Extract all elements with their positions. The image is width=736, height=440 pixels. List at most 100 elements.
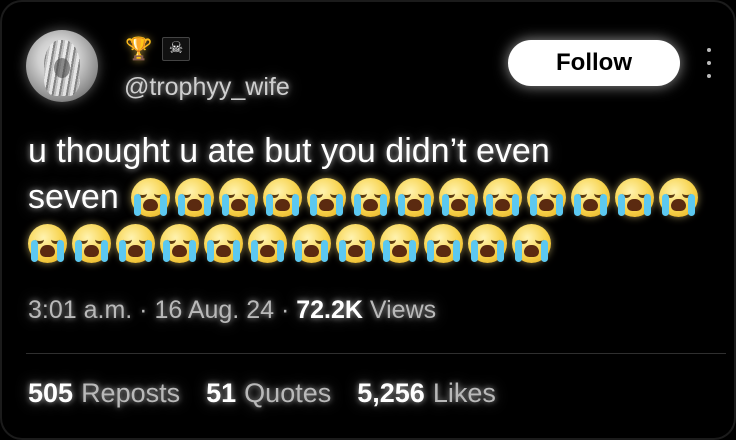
emoji-part: [133, 193, 141, 216]
emoji-part: [186, 198, 202, 211]
emoji-part: [233, 239, 240, 262]
follow-button[interactable]: Follow: [508, 40, 680, 86]
quotes-stat[interactable]: 51 Quotes: [206, 378, 331, 409]
emoji-part: [397, 193, 405, 216]
reposts-count: 505: [28, 378, 74, 408]
loudly-crying-face-icon: [350, 177, 390, 217]
emoji-part: [335, 193, 343, 216]
loudly-crying-face-icon: [658, 177, 698, 217]
emoji-part: [409, 239, 416, 262]
loudly-crying-face-icon: [512, 223, 551, 263]
emoji-part: [295, 239, 302, 262]
emoji-part: [247, 193, 255, 216]
loudly-crying-face-icon: [218, 177, 258, 217]
emoji-part: [511, 193, 519, 216]
emoji-part: [599, 193, 607, 216]
emoji-part: [643, 193, 651, 216]
profile-badges: 🏆 ☠: [125, 36, 190, 62]
loudly-crying-face-icon: [262, 177, 302, 217]
loudly-crying-face-icon: [424, 223, 463, 263]
tweet-meta: 3:01 a.m. · 16 Aug. 24 · 72.2K Views: [28, 296, 436, 325]
emoji-part: [529, 193, 537, 216]
emoji-part: [265, 193, 273, 216]
emoji-part: [670, 198, 686, 211]
avatar-face: [54, 58, 70, 78]
emoji-part: [379, 193, 387, 216]
loudly-crying-face-icon: [204, 223, 243, 263]
meta-separator: ·: [132, 296, 155, 324]
loudly-crying-face-icon: [614, 177, 654, 217]
emoji-part: [145, 239, 152, 262]
more-dot: [707, 61, 711, 65]
emoji-part: [497, 239, 504, 262]
more-dot: [707, 48, 711, 52]
divider: [26, 353, 726, 354]
emoji-part: [661, 193, 669, 216]
likes-stat[interactable]: 5,256 Likes: [357, 378, 496, 409]
emoji-part: [538, 198, 554, 211]
tweet-text-line-2: seven: [28, 174, 718, 220]
likes-label: Likes: [432, 378, 496, 408]
emoji-part: [485, 193, 493, 216]
emoji-part: [406, 198, 422, 211]
emoji-part: [494, 198, 510, 211]
emoji-part: [216, 244, 231, 257]
emoji-part: [31, 239, 38, 262]
reposts-stat[interactable]: 505 Reposts: [28, 378, 180, 409]
emoji-row: [28, 223, 551, 263]
loudly-crying-face-icon: [570, 177, 610, 217]
emoji-part: [467, 193, 475, 216]
emoji-part: [260, 244, 275, 257]
loudly-crying-face-icon: [336, 223, 375, 263]
quotes-count: 51: [206, 378, 237, 408]
emoji-part: [291, 193, 299, 216]
more-options-icon[interactable]: [702, 48, 716, 78]
emoji-part: [471, 239, 478, 262]
tweet-date[interactable]: 16 Aug. 24: [154, 296, 274, 324]
emoji-part: [318, 198, 334, 211]
emoji-part: [626, 198, 642, 211]
views-label: Views: [362, 296, 437, 324]
emoji-part: [321, 239, 328, 262]
emoji-part: [189, 239, 196, 262]
emoji-part: [582, 198, 598, 211]
emoji-part: [687, 193, 695, 216]
loudly-crying-face-icon: [248, 223, 287, 263]
emoji-part: [163, 239, 170, 262]
loudly-crying-face-icon: [394, 177, 434, 217]
emoji-part: [221, 193, 229, 216]
tweet-text-word: seven: [28, 178, 119, 216]
emoji-part: [177, 193, 185, 216]
emoji-part: [101, 239, 108, 262]
emoji-part: [274, 198, 290, 211]
quotes-label: Quotes: [244, 378, 332, 408]
trophy-icon: 🏆: [125, 36, 153, 61]
emoji-part: [339, 239, 346, 262]
loudly-crying-face-icon: [306, 177, 346, 217]
emoji-part: [436, 244, 451, 257]
emoji-part: [84, 244, 99, 257]
emoji-part: [159, 193, 167, 216]
emoji-part: [441, 193, 449, 216]
emoji-part: [541, 239, 548, 262]
emoji-part: [450, 198, 466, 211]
emoji-part: [142, 198, 158, 211]
emoji-part: [277, 239, 284, 262]
avatar[interactable]: [26, 30, 98, 102]
emoji-part: [515, 239, 522, 262]
loudly-crying-face-icon: [28, 223, 67, 263]
tweet-time[interactable]: 3:01 a.m.: [28, 296, 132, 324]
emoji-part: [304, 244, 319, 257]
emoji-part: [203, 193, 211, 216]
emoji-part: [309, 193, 317, 216]
emoji-part: [392, 244, 407, 257]
loudly-crying-face-icon: [174, 177, 214, 217]
tweet-card: 🏆 ☠ @trophyy_wife Follow u thought u ate…: [0, 0, 736, 440]
emoji-part: [453, 239, 460, 262]
emoji-part: [617, 193, 625, 216]
emoji-part: [555, 193, 563, 216]
emoji-part: [128, 244, 143, 257]
more-dot: [707, 74, 711, 78]
loudly-crying-face-icon: [292, 223, 331, 263]
author-handle[interactable]: @trophyy_wife: [124, 73, 290, 102]
